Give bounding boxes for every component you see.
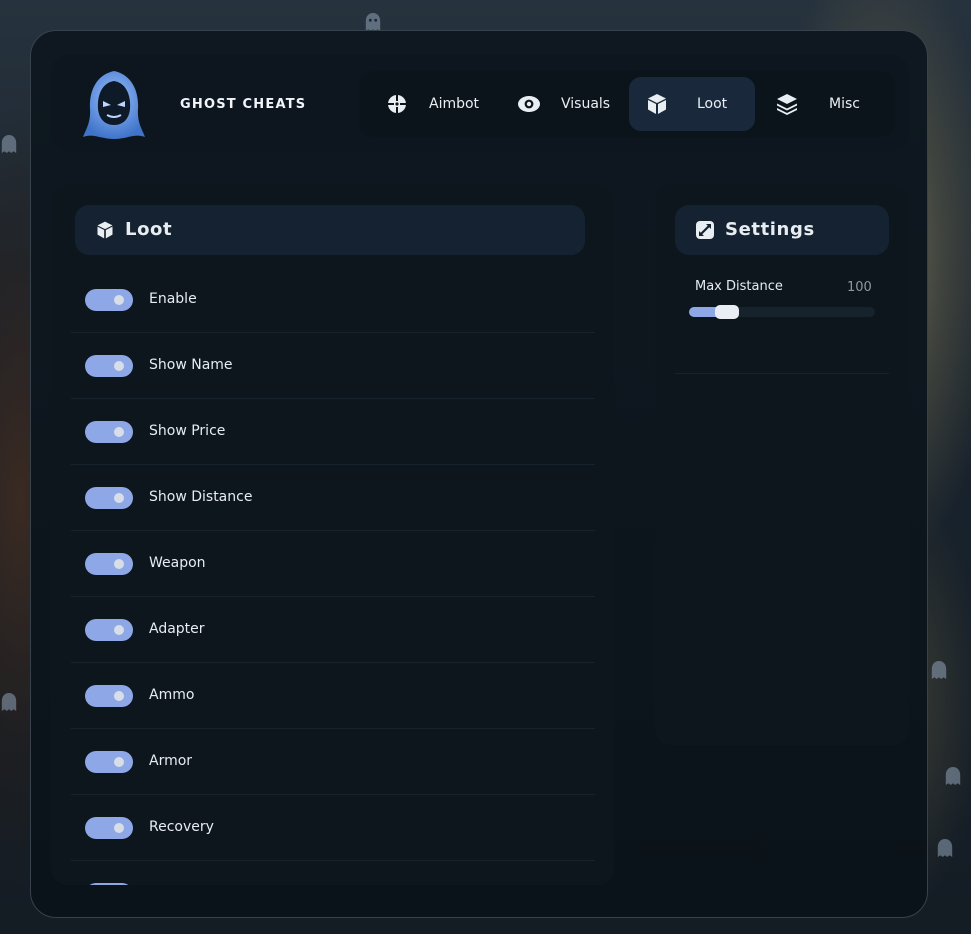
ghost-icon: [931, 661, 947, 679]
toggle-row: Armor: [71, 729, 595, 795]
ghost-icon: [1, 135, 17, 153]
settings-panel-header: Settings: [675, 205, 889, 255]
toggle-label: Adapter: [149, 621, 205, 637]
toggle-label: Show Price: [149, 423, 226, 439]
toggle-switch[interactable]: [85, 553, 133, 575]
toggle-knob: [114, 559, 124, 569]
toggle-switch[interactable]: [85, 685, 133, 707]
divider: [675, 373, 889, 374]
toggle-row: Show Distance: [71, 465, 595, 531]
settings-panel: Settings Max Distance 100: [655, 185, 909, 745]
resize-icon: [696, 221, 714, 239]
tab-loot[interactable]: Loot: [629, 77, 755, 131]
max-distance-label: Max Distance: [695, 279, 783, 294]
toggle-row: Enable: [71, 267, 595, 333]
ghost-icon: [365, 13, 381, 31]
toggle-label: Armor: [149, 753, 193, 769]
toggle-label: Recovery: [149, 819, 214, 835]
toggle-knob: [114, 757, 124, 767]
toggle-row: Show Name: [71, 333, 595, 399]
toggle-switch[interactable]: [85, 355, 133, 377]
loot-panel: Loot Enable Show Name Show Price Show Di…: [51, 185, 614, 885]
slider-thumb[interactable]: [715, 305, 739, 319]
toggle-switch[interactable]: [85, 421, 133, 443]
tab-visuals[interactable]: Visuals: [503, 77, 621, 131]
toggle-label: Enable: [149, 291, 197, 307]
toggle-switch[interactable]: [85, 487, 133, 509]
tab-visuals-label: Visuals: [561, 96, 611, 112]
toggle-row: Adapter: [71, 597, 595, 663]
ghost-icon: [945, 767, 961, 785]
ghost-logo-icon: [83, 71, 145, 139]
cube-icon: [648, 94, 666, 114]
toggle-label: Show Distance: [149, 489, 253, 505]
toggle-label: Ammo: [149, 687, 195, 703]
eye-icon: [518, 96, 540, 112]
toggle-row: [71, 861, 595, 885]
tab-bar: Aimbot Visuals Loot Misc: [359, 71, 895, 137]
toggle-knob: [114, 295, 124, 305]
tab-aimbot[interactable]: Aimbot: [371, 77, 495, 131]
toggle-label: Show Name: [149, 357, 233, 373]
toggle-switch[interactable]: [85, 817, 133, 839]
tab-aimbot-label: Aimbot: [429, 96, 480, 112]
app-window: GHOST CHEATS Aimbot Visuals Loot Misc Lo…: [30, 30, 928, 918]
brand-name: GHOST CHEATS: [180, 97, 307, 112]
toggle-row: Show Price: [71, 399, 595, 465]
tab-misc-label: Misc: [829, 96, 860, 112]
toggle-switch[interactable]: [85, 289, 133, 311]
max-distance-slider[interactable]: [689, 305, 875, 319]
toggle-knob: [114, 625, 124, 635]
toggle-label: Weapon: [149, 555, 206, 571]
layers-icon: [777, 94, 797, 115]
toggle-knob: [114, 493, 124, 503]
tab-loot-label: Loot: [697, 96, 728, 112]
crosshair-icon: [387, 94, 407, 114]
loot-panel-title: Loot: [125, 219, 173, 240]
toggle-row: Weapon: [71, 531, 595, 597]
toggle-switch[interactable]: [85, 619, 133, 641]
ghost-icon: [937, 839, 953, 857]
ghost-icon: [1, 693, 17, 711]
max-distance-value: 100: [847, 280, 872, 295]
toggle-switch[interactable]: [85, 883, 133, 885]
toggle-switch[interactable]: [85, 751, 133, 773]
toggle-knob: [114, 691, 124, 701]
settings-panel-title: Settings: [725, 219, 815, 240]
cube-icon: [97, 221, 113, 239]
toggle-knob: [114, 361, 124, 371]
toggle-knob: [114, 823, 124, 833]
loot-panel-header: Loot: [75, 205, 585, 255]
top-bar: GHOST CHEATS Aimbot Visuals Loot Misc: [51, 55, 909, 153]
toggle-row: Recovery: [71, 795, 595, 861]
toggle-row: Ammo: [71, 663, 595, 729]
tab-misc[interactable]: Misc: [761, 77, 887, 131]
toggle-knob: [114, 427, 124, 437]
